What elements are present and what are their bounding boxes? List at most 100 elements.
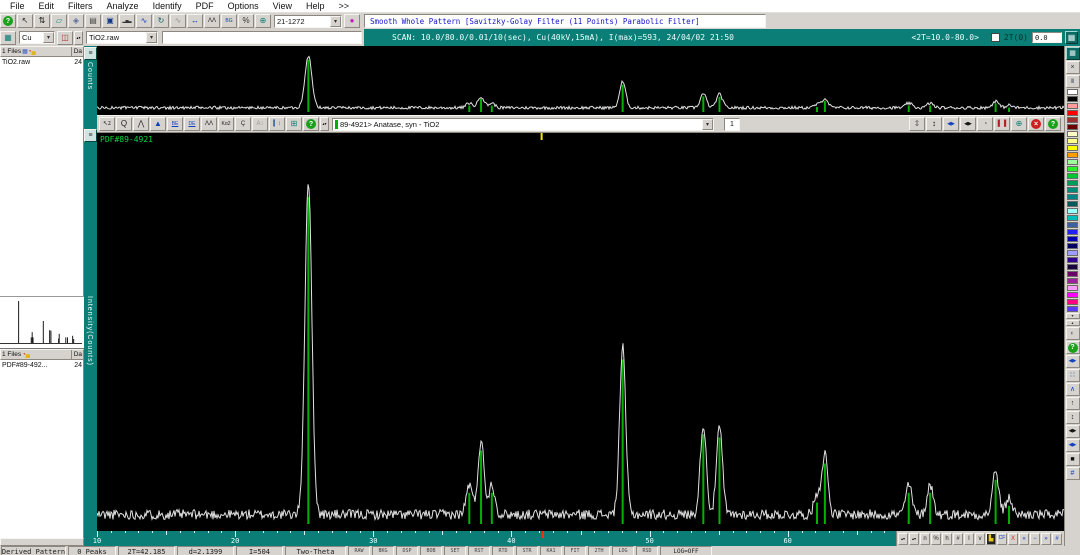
palette-color[interactable] — [1067, 187, 1078, 193]
palette-color[interactable] — [1067, 173, 1078, 179]
palette-color[interactable] — [1067, 96, 1078, 102]
pattern-spinner[interactable]: ▴▾ — [320, 117, 329, 131]
menu-help[interactable]: Help — [299, 1, 332, 11]
palette-color[interactable] — [1067, 138, 1078, 144]
palette-color[interactable] — [1067, 103, 1078, 109]
palette-color[interactable] — [1067, 180, 1078, 186]
close-strip-icon[interactable]: × — [1066, 61, 1080, 74]
annotation-field[interactable] — [162, 31, 362, 44]
palette-color[interactable] — [1067, 166, 1078, 172]
palette-color[interactable] — [1067, 152, 1078, 158]
status-toggle-rtd[interactable]: RTD — [492, 546, 514, 555]
date-column-header[interactable]: Da — [71, 47, 82, 56]
normalize-button[interactable]: n — [920, 533, 930, 545]
palette-color[interactable] — [1067, 264, 1078, 270]
palette-color[interactable] — [1067, 110, 1078, 116]
strip-percent-icon[interactable]: % — [238, 14, 254, 28]
diffraction-edit-icon[interactable]: DE — [184, 117, 200, 131]
pointer-z-icon[interactable]: ↖z — [99, 117, 115, 131]
eraser-icon[interactable]: ◔ — [977, 117, 993, 131]
refresh-icon[interactable]: ↻ — [153, 14, 169, 28]
web-pdf-icon[interactable]: ⊕ — [255, 14, 271, 28]
overlap-button[interactable]: v — [975, 533, 985, 545]
overview-chart-panel[interactable] — [97, 46, 1064, 115]
zoom-icon[interactable]: Q — [116, 117, 132, 131]
palette-color[interactable] — [1067, 306, 1078, 312]
palette-color[interactable] — [1067, 124, 1078, 130]
palette-color[interactable] — [1067, 243, 1078, 249]
palette-color[interactable] — [1067, 299, 1078, 305]
axis-font-icon[interactable]: A↕ — [252, 117, 268, 131]
grid-icon[interactable]: ⊞ — [286, 117, 302, 131]
stack-updown-icon[interactable]: ↕ — [926, 117, 942, 131]
help2-icon[interactable]: ? — [303, 117, 319, 131]
first-pattern-button[interactable]: « — [1019, 533, 1029, 545]
menu-identify[interactable]: Identify — [146, 1, 189, 11]
hash-button[interactable]: # — [953, 533, 963, 545]
offset-spinner-a[interactable]: ▴▾ — [898, 533, 908, 545]
menu-file[interactable]: File — [3, 1, 32, 11]
cf-button[interactable]: CF — [997, 533, 1007, 545]
print-icon[interactable]: ▤ — [85, 14, 101, 28]
palette-color[interactable] — [1067, 257, 1078, 263]
overlay-patterns-icon[interactable]: ◈ — [68, 14, 84, 28]
status-toggle-fit[interactable]: FIT — [564, 546, 586, 555]
background-fit-icon[interactable]: BG — [221, 14, 237, 28]
sort-updown-icon[interactable]: ⇅ — [34, 14, 50, 28]
last-pattern-button[interactable]: » — [1041, 533, 1051, 545]
date-column-header[interactable]: Da — [71, 350, 82, 359]
status-toggle-rsd[interactable]: RSD — [636, 546, 658, 555]
folder-mini-icon[interactable]: ▄ — [31, 49, 35, 55]
hscale-icon[interactable]: ◀▶ — [1066, 355, 1080, 368]
display-settings-icon[interactable]: ◫ — [57, 31, 73, 45]
menu-more[interactable]: >> — [332, 1, 357, 11]
palette-color[interactable] — [1067, 201, 1078, 207]
help4-icon[interactable]: ? — [1066, 341, 1080, 354]
arrow-lr-blue-icon[interactable]: ◀▶ — [1066, 439, 1080, 452]
menu-filters[interactable]: Filters — [61, 1, 100, 11]
trace-color-button[interactable]: ▙ — [986, 533, 996, 545]
status-toggle-bkg[interactable]: BKG — [372, 546, 394, 555]
chevron-up-icon[interactable]: ∧ — [1066, 383, 1080, 396]
arrow-lr-icon[interactable]: ◀▶ — [1066, 425, 1080, 438]
two-theta-zero-input[interactable]: 0.0 — [1032, 32, 1062, 43]
palette-collapse-icon[interactable]: ▾ — [1066, 313, 1080, 319]
save-icon[interactable]: ▣ — [102, 14, 118, 28]
grid2-icon[interactable]: # — [1066, 467, 1080, 480]
clear-overlays-button[interactable]: X — [1008, 533, 1018, 545]
palette-color[interactable] — [1067, 285, 1078, 291]
palette-icon[interactable]: ◐ — [1066, 327, 1080, 340]
status-toggle-bob[interactable]: BOB — [420, 546, 442, 555]
main-chart-panel[interactable]: PDF#89-4921 — [97, 133, 1064, 531]
sidebar-splitter[interactable] — [0, 538, 84, 546]
status-toggle-raw[interactable]: RAW — [348, 546, 370, 555]
palette-color[interactable] — [1067, 271, 1078, 277]
palette-color[interactable] — [1067, 89, 1078, 95]
offset-spin-icon[interactable]: ⇕ — [909, 117, 925, 131]
file-combo[interactable]: TiO2.raw ▾ — [86, 31, 158, 44]
delete-pattern-icon[interactable]: × — [1028, 117, 1044, 131]
strip-mode-icon[interactable]: ▦ — [1066, 47, 1080, 60]
anode-combo[interactable]: Cu ▾ — [19, 31, 55, 44]
status-toggle-dsp[interactable]: DSP — [396, 546, 418, 555]
top-file-panel-header[interactable]: 1 Files ▦◔▄ Da — [0, 46, 84, 57]
display-spinner[interactable]: ▴▾ — [74, 31, 83, 45]
palette-color[interactable] — [1067, 222, 1078, 228]
flame-icon[interactable]: ● — [344, 14, 360, 28]
globe-icon[interactable]: ⊕ — [1011, 117, 1027, 131]
open-folder-icon[interactable]: ▱ — [51, 14, 67, 28]
status-toggle-set[interactable]: SET — [444, 546, 466, 555]
palette-color[interactable] — [1067, 229, 1078, 235]
square-icon[interactable]: ■ — [1066, 453, 1080, 466]
intensity-button[interactable]: I — [964, 533, 974, 545]
pointer-mode-icon[interactable]: ↖ — [17, 14, 33, 28]
palette-color[interactable] — [1067, 292, 1078, 298]
background-edit-icon[interactable]: BE — [167, 117, 183, 131]
palette-color[interactable] — [1067, 236, 1078, 242]
status-toggle-2th[interactable]: 2TH — [588, 546, 610, 555]
pan-arrows-icon[interactable]: ↔ — [187, 14, 203, 28]
log-toggle[interactable]: LOG=OFF — [660, 546, 712, 555]
height-button[interactable]: h — [942, 533, 952, 545]
bottom-file-panel-header[interactable]: 1 Files ◔▄ Da — [0, 349, 84, 360]
arrow-up-icon[interactable]: ↑ — [1066, 397, 1080, 410]
